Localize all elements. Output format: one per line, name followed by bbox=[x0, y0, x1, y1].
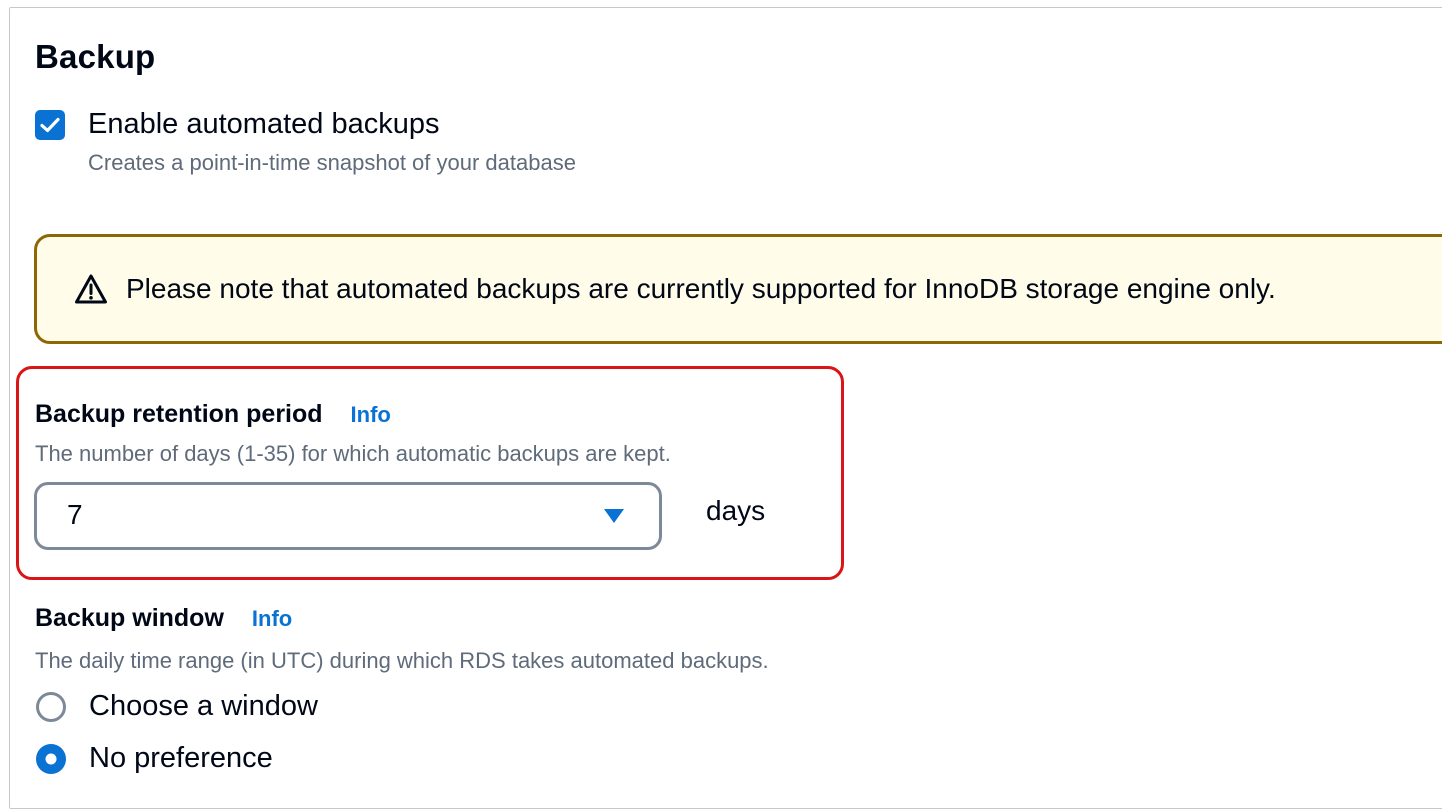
retention-period-value: 7 bbox=[67, 499, 83, 530]
radio-no-preference-label: No preference bbox=[89, 742, 273, 774]
retention-info-link[interactable]: Info bbox=[351, 402, 391, 428]
retention-unit: days bbox=[706, 495, 766, 526]
retention-period-select[interactable]: 7 bbox=[34, 482, 662, 550]
radio-unselected-icon[interactable] bbox=[35, 691, 67, 723]
backup-window-label: Backup window bbox=[35, 604, 224, 632]
backup-window-description: The daily time range (in UTC) during whi… bbox=[35, 648, 769, 673]
radio-selected-icon[interactable] bbox=[35, 743, 67, 775]
retention-label: Backup retention period bbox=[35, 400, 323, 428]
warning-alert-text: Please note that automated backups are c… bbox=[126, 273, 1276, 304]
radio-no-preference[interactable]: No preference bbox=[35, 742, 273, 775]
caret-down-icon bbox=[604, 509, 624, 523]
checkbox-description: Creates a point-in-time snapshot of your… bbox=[88, 150, 576, 175]
checkbox-checked-icon[interactable] bbox=[35, 110, 65, 140]
window-label-row: Backup window Info bbox=[35, 604, 292, 633]
warning-icon bbox=[75, 274, 107, 304]
section-title: Backup bbox=[35, 38, 156, 75]
radio-choose-window[interactable]: Choose a window bbox=[35, 690, 318, 723]
radio-choose-window-label: Choose a window bbox=[89, 690, 318, 722]
retention-description: The number of days (1-35) for which auto… bbox=[35, 441, 671, 466]
checkbox-label: Enable automated backups bbox=[88, 108, 440, 140]
warning-alert: Please note that automated backups are c… bbox=[34, 234, 1442, 344]
enable-automated-backups-checkbox[interactable]: Enable automated backups Creates a point… bbox=[35, 108, 576, 177]
retention-label-row: Backup retention period Info bbox=[35, 400, 391, 429]
backup-window-info-link[interactable]: Info bbox=[252, 606, 292, 632]
